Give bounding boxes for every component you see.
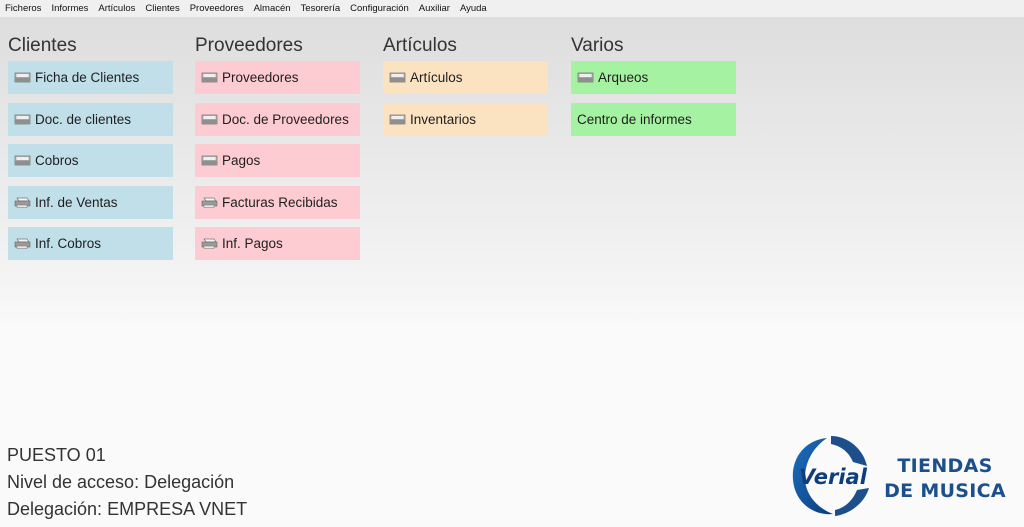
status-delegation: Delegación: EMPRESA VNET	[7, 499, 248, 519]
column-articulos: Artículos Artículos Inventarios	[383, 34, 549, 144]
brand-line-1: TIENDAS	[897, 455, 993, 477]
tile-label: Ficha de Clientes	[35, 70, 140, 85]
tile-label: Inf. Pagos	[222, 236, 283, 251]
column-title-varios: Varios	[571, 35, 624, 56]
printer-icon	[201, 197, 218, 208]
folder-icon	[389, 114, 406, 125]
brand-text: TIENDAS DE MUSICA	[878, 454, 1012, 504]
logo-text: Verial	[799, 465, 868, 489]
tile-proveedores[interactable]: Proveedores	[195, 61, 360, 94]
column-clientes: Clientes Ficha de Clientes Doc. de cliente…	[8, 34, 174, 269]
tile-inf-de-ventas[interactable]: Inf. de Ventas	[8, 185, 173, 219]
folder-icon	[14, 72, 31, 83]
folder-icon	[201, 155, 218, 166]
column-title-articulos: Artículos	[383, 35, 457, 56]
tile-inf-pagos[interactable]: Inf. Pagos	[195, 227, 360, 260]
column-proveedores: Proveedores Proveedores Doc. de Proveedore…	[195, 34, 361, 269]
folder-icon	[14, 114, 31, 125]
tile-label: Inf. Cobros	[35, 236, 102, 251]
printer-icon	[201, 238, 218, 249]
folder-icon	[14, 155, 31, 166]
tile-articulos[interactable]: Artículos	[383, 61, 548, 94]
tile-label: Inventarios	[410, 111, 477, 127]
tile-arqueos[interactable]: Arqueos	[571, 61, 736, 94]
tile-doc-de-clientes[interactable]: Doc. de clientes	[8, 102, 173, 136]
menu-configuracion[interactable]: Configuración	[350, 3, 409, 14]
tile-centro-de-informes[interactable]: Centro de informes	[571, 102, 736, 136]
folder-icon	[201, 72, 218, 83]
tile-ficha-de-clientes[interactable]: Ficha de Clientes	[8, 61, 173, 94]
tile-label: Doc. de clientes	[35, 111, 132, 127]
status-panel: PUESTO 01 Nivel de acceso: Delegación De…	[7, 442, 247, 523]
menu-ayuda[interactable]: Ayuda	[460, 3, 487, 14]
status-puesto: PUESTO 01	[7, 445, 106, 465]
folder-icon	[201, 114, 218, 125]
tile-label: Doc. de Proveedores	[222, 111, 349, 127]
tile-label: Cobros	[35, 153, 79, 168]
tile-label: Artículos	[410, 70, 463, 85]
tile-pagos[interactable]: Pagos	[195, 144, 360, 177]
menu-tesoreria[interactable]: Tesorería	[301, 3, 341, 14]
tile-facturas-recibidas[interactable]: Facturas Recibidas	[195, 185, 360, 219]
tile-label: Arqueos	[598, 70, 649, 85]
menu-bar: Ficheros Informes Artículos Clientes Proveed…	[0, 0, 1024, 17]
tile-label: Proveedores	[222, 70, 299, 85]
status-access-level: Nivel de acceso: Delegación	[7, 472, 235, 492]
verial-logo: Verial	[787, 432, 877, 520]
tile-label: Inf. de Ventas	[35, 194, 118, 210]
printer-icon	[14, 238, 31, 249]
column-title-clientes: Clientes	[8, 35, 77, 56]
column-title-proveedores: Proveedores	[195, 35, 303, 56]
menu-proveedores[interactable]: Proveedores	[190, 3, 244, 14]
folder-icon	[577, 72, 594, 83]
menu-articulos[interactable]: Artículos	[98, 3, 135, 14]
menu-auxiliar[interactable]: Auxiliar	[419, 3, 450, 14]
tile-label: Facturas Recibidas	[222, 194, 338, 210]
column-varios: Varios Arqueos Centro de informes	[571, 34, 737, 144]
tile-label: Pagos	[222, 153, 261, 168]
tile-label: Centro de informes	[577, 111, 692, 127]
menu-informes[interactable]: Informes	[51, 3, 88, 14]
menu-ficheros[interactable]: Ficheros	[5, 3, 41, 14]
folder-icon	[389, 72, 406, 83]
menu-clientes[interactable]: Clientes	[145, 3, 179, 14]
tile-doc-de-proveedores[interactable]: Doc. de Proveedores	[195, 102, 360, 136]
brand-line-2: DE MUSICA	[884, 480, 1006, 502]
menu-almacen[interactable]: Almacén	[254, 3, 291, 14]
tile-inventarios[interactable]: Inventarios	[383, 102, 548, 136]
printer-icon	[14, 197, 31, 208]
tile-inf-cobros[interactable]: Inf. Cobros	[8, 227, 173, 260]
tile-cobros[interactable]: Cobros	[8, 144, 173, 177]
